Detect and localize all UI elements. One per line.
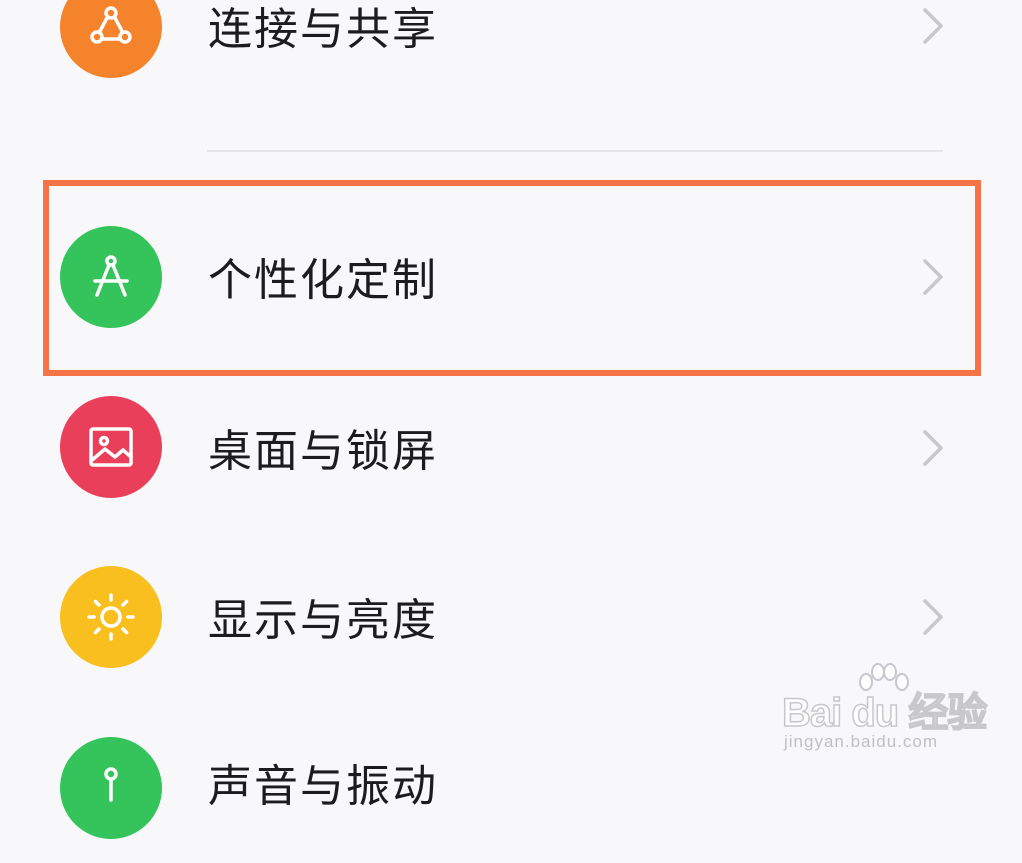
settings-item-desktop-lockscreen[interactable]: 桌面与锁屏 [0, 372, 1022, 522]
sun-icon [60, 566, 162, 668]
share-nodes-icon [60, 0, 162, 78]
sound-icon [60, 737, 162, 839]
settings-item-connection-sharing[interactable]: 连接与共享 [0, 0, 1022, 100]
chevron-right-icon [923, 599, 943, 635]
settings-item-label: 桌面与锁屏 [208, 426, 438, 477]
chevron-right-icon [923, 8, 943, 44]
settings-list: 连接与共享 个性化定制 桌面与锁屏 显示与亮度 声音与振动 [0, 0, 1022, 839]
settings-item-label: 连接与共享 [208, 4, 438, 55]
highlight-box [43, 180, 981, 376]
baidu-watermark: Bai du 经验 jingyan.baidu.com [781, 660, 988, 760]
image-icon [60, 396, 162, 498]
settings-item-label: 显示与亮度 [208, 595, 438, 646]
watermark-logo: Bai du 经验 [781, 690, 988, 736]
section-divider [207, 150, 943, 152]
chevron-right-icon [923, 430, 943, 466]
watermark-url: jingyan.baidu.com [784, 732, 939, 751]
